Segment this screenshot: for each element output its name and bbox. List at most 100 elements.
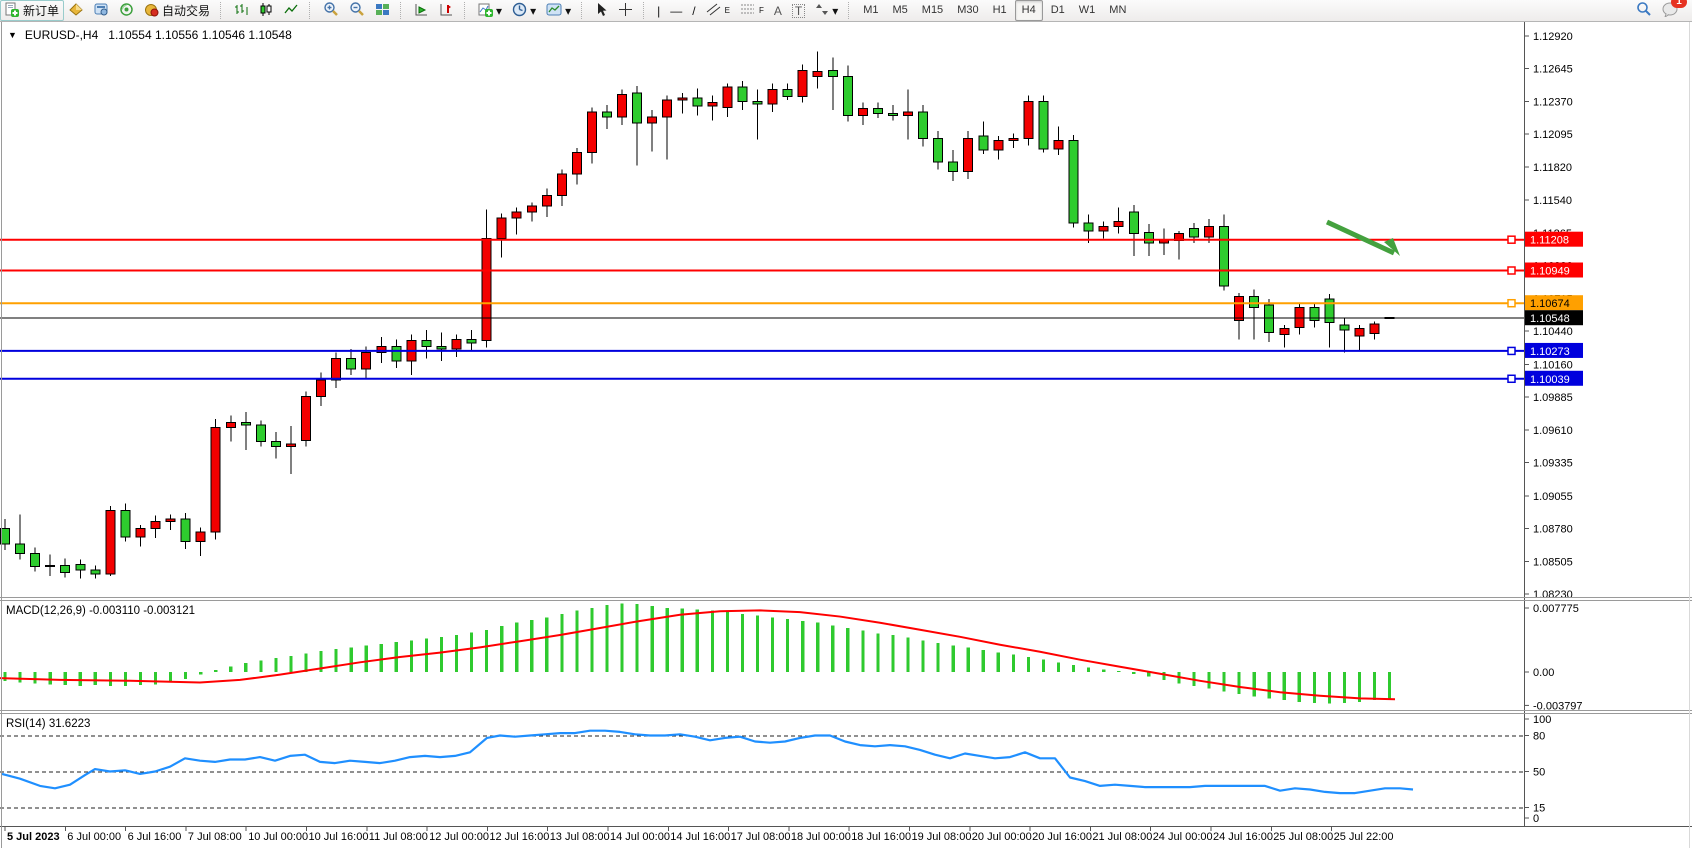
- periods-button[interactable]: ▾: [507, 0, 541, 21]
- chevron-down-icon: ▾: [496, 5, 502, 17]
- time-tick-label: 17 Jul 08:00: [731, 831, 791, 843]
- candle-body: [527, 206, 536, 212]
- price-line-badge-label: 1.10949: [1530, 266, 1570, 278]
- candle-body: [166, 519, 175, 521]
- toolbar-separator: [848, 2, 854, 19]
- auto-trading-button[interactable]: 自动交易: [139, 0, 215, 21]
- candlestick-chart-button[interactable]: [254, 0, 279, 21]
- indicators-button[interactable]: ▾: [473, 0, 507, 21]
- timeframe-m30[interactable]: M30: [951, 1, 984, 20]
- candle-body: [1054, 141, 1063, 149]
- time-tick-label: 20 Jul 16:00: [1032, 831, 1092, 843]
- chevron-down-icon: ▾: [832, 5, 838, 17]
- rsi-tick-label: 0: [1533, 813, 1539, 825]
- candle-body: [211, 427, 220, 532]
- time-tick-label: 20 Jul 00:00: [972, 831, 1032, 843]
- horizontal-line-icon: —: [670, 5, 682, 17]
- signals-button[interactable]: [114, 0, 139, 21]
- terminal-button[interactable]: [89, 0, 114, 21]
- notification-badge: 1: [1671, 0, 1687, 8]
- line-handle-marker: [1508, 347, 1515, 354]
- zoom-in-button[interactable]: [318, 0, 344, 21]
- candle-body: [587, 112, 596, 152]
- candle-body: [286, 444, 295, 446]
- price-tick-label: 1.12920: [1533, 31, 1573, 43]
- candle-body: [693, 98, 702, 106]
- timeframe-d1[interactable]: D1: [1045, 1, 1071, 20]
- price-tick-label: 1.08230: [1533, 589, 1573, 601]
- candle-body: [1370, 324, 1379, 334]
- candle-body: [919, 112, 928, 138]
- toolbar-separator: [581, 2, 587, 19]
- zoom-out-button[interactable]: [344, 0, 370, 21]
- cursor-button[interactable]: [590, 0, 613, 21]
- line-handle-marker: [1508, 375, 1515, 382]
- chart-shift-button[interactable]: [434, 0, 459, 21]
- candle-body: [557, 174, 566, 195]
- timeframe-h1[interactable]: H1: [987, 1, 1013, 20]
- candle-body: [753, 101, 762, 103]
- candle-body: [362, 352, 371, 369]
- rsi-tick-label: 100: [1533, 714, 1551, 726]
- search-button[interactable]: [1631, 0, 1657, 21]
- template-icon: [546, 2, 562, 20]
- timeframe-m5[interactable]: M5: [887, 1, 914, 20]
- candle-body: [964, 138, 973, 171]
- timeframe-mn[interactable]: MN: [1103, 1, 1132, 20]
- time-tick-label: 14 Jul 00:00: [610, 831, 670, 843]
- new-order-button[interactable]: 新订单: [0, 0, 64, 21]
- toolbar-separator: [400, 2, 406, 19]
- channel-label: E: [725, 6, 730, 15]
- notifications-button[interactable]: 1: [1657, 0, 1684, 21]
- trendline-tool[interactable]: /: [687, 0, 700, 21]
- price-line-badge-label: 1.10548: [1530, 313, 1570, 325]
- zoom-out-icon: [349, 1, 365, 20]
- line-chart-button[interactable]: [279, 0, 304, 21]
- time-tick-label: 11 Jul 08:00: [369, 831, 428, 843]
- candle-body: [136, 529, 145, 537]
- candle-body: [618, 94, 627, 117]
- candle-body: [1250, 297, 1259, 308]
- candle-body: [783, 90, 792, 97]
- price-tick-label: 1.08780: [1533, 524, 1573, 536]
- bar-chart-button[interactable]: [229, 0, 254, 21]
- fibonacci-tool[interactable]: F: [735, 0, 769, 21]
- candle-body: [91, 570, 100, 574]
- chart-title: ▼ EURUSD-,H4 1.10554 1.10556 1.10546 1.1…: [8, 28, 292, 42]
- chart-area[interactable]: ▼ EURUSD-,H4 1.10554 1.10556 1.10546 1.1…: [0, 22, 1692, 848]
- collapse-triangle-icon: ▼: [8, 30, 17, 40]
- channel-tool[interactable]: E: [701, 0, 735, 21]
- candle-body: [994, 141, 1003, 151]
- text-tool[interactable]: A: [769, 0, 787, 21]
- candle-body: [858, 109, 867, 116]
- timeframe-h4[interactable]: H4: [1015, 0, 1043, 21]
- price-tick-label: 1.12095: [1533, 129, 1573, 141]
- timeframe-m15[interactable]: M15: [916, 1, 949, 20]
- price-line-badge-label: 1.10273: [1530, 346, 1570, 358]
- text-label-tool[interactable]: T: [787, 0, 810, 21]
- candle-body: [422, 341, 431, 347]
- time-tick-label: 6 Jul 00:00: [67, 831, 121, 843]
- crosshair-button[interactable]: [613, 0, 638, 21]
- timeframe-m1[interactable]: M1: [857, 1, 884, 20]
- tile-windows-button[interactable]: [370, 0, 395, 21]
- templates-button[interactable]: ▾: [541, 0, 576, 21]
- timeframe-w1[interactable]: W1: [1073, 1, 1102, 20]
- market-watch-button[interactable]: [64, 0, 89, 21]
- candle-body: [76, 564, 85, 570]
- candle-body: [633, 93, 642, 123]
- candle-body: [347, 358, 356, 369]
- trendline-icon: /: [692, 5, 695, 17]
- time-tick-label: 18 Jul 00:00: [791, 831, 851, 843]
- candle-body: [798, 71, 807, 97]
- candle-body: [1084, 223, 1093, 231]
- candle-body: [151, 521, 160, 528]
- vertical-line-tool[interactable]: |: [652, 0, 665, 21]
- auto-scroll-button[interactable]: [409, 0, 434, 21]
- arrows-tool[interactable]: ▾: [810, 0, 843, 21]
- candle-body: [302, 396, 311, 440]
- zoom-in-icon: [323, 1, 339, 20]
- horizontal-line-tool[interactable]: —: [665, 0, 687, 21]
- tile-windows-icon: [375, 2, 390, 20]
- price-tick-label: 1.09055: [1533, 491, 1573, 503]
